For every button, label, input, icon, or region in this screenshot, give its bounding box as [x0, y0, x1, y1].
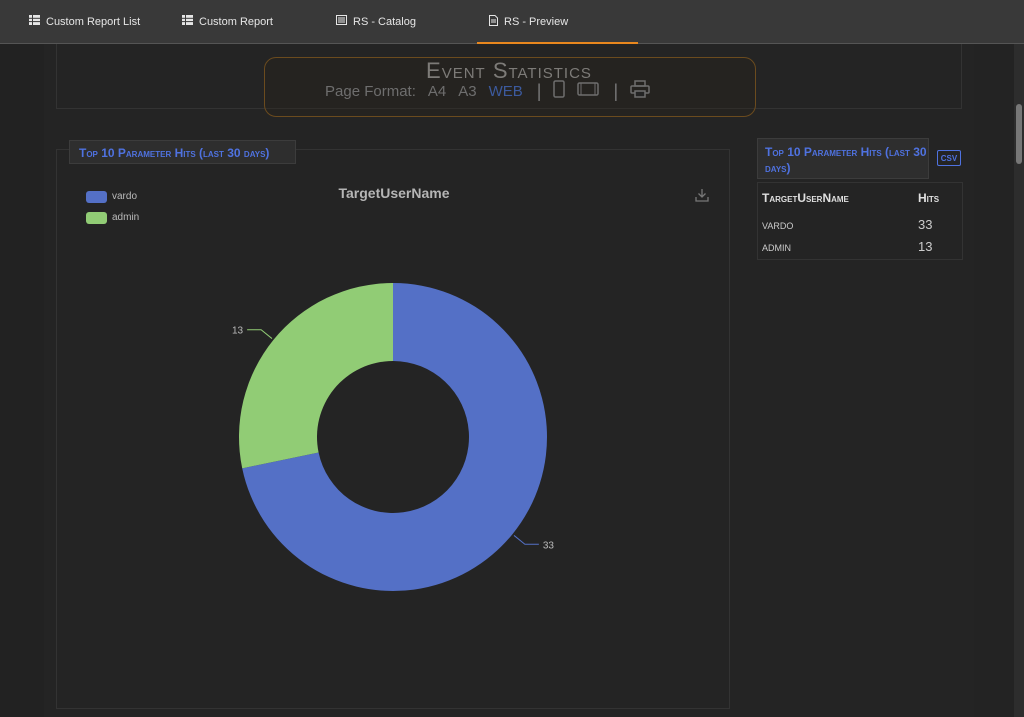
tab-label: Custom Report — [199, 15, 273, 28]
tab-custom-report-list[interactable]: Custom Report List — [29, 0, 140, 43]
tab-rs-preview[interactable]: RS - Preview — [476, 0, 639, 44]
right-gutter — [974, 44, 1014, 717]
data-label: 33 — [543, 540, 555, 551]
report-preview-area: Event Statistics Page Format: A4 A3 WEB … — [44, 44, 974, 717]
table-panel-title: Top 10 Parameter Hits (last 30 days) — [757, 138, 929, 179]
page-scrollbar[interactable] — [1014, 44, 1024, 717]
hits-table: TargetUserName Hits VARDO 33 ADMIN 13 — [757, 182, 963, 260]
scrollbar-thumb[interactable] — [1016, 104, 1022, 164]
table-cell-name: ADMIN — [762, 243, 791, 253]
column-header-hits[interactable]: Hits — [918, 191, 939, 205]
csv-export-button[interactable]: CSV — [937, 150, 961, 166]
table-cell-name: VARDO — [762, 221, 794, 231]
tab-bar: Custom Report List Custom Report RS - Ca… — [0, 0, 1024, 44]
label-leader-line — [247, 329, 273, 339]
table-icon — [29, 15, 40, 28]
table-cell-hits: 33 — [918, 217, 933, 232]
catalog-icon — [336, 15, 347, 28]
data-label: 13 — [232, 326, 244, 337]
document-icon — [489, 14, 498, 29]
label-leader-line — [513, 535, 539, 545]
left-gutter — [0, 44, 44, 717]
table-icon — [182, 15, 193, 28]
tab-label: RS - Catalog — [353, 15, 416, 28]
table-cell-hits: 13 — [918, 239, 933, 254]
tab-label: Custom Report List — [46, 15, 141, 28]
tab-custom-report[interactable]: Custom Report — [182, 0, 273, 43]
tab-label: RS - Preview — [504, 15, 569, 28]
column-header-targetusername[interactable]: TargetUserName — [762, 191, 849, 205]
tab-rs-catalog[interactable]: RS - Catalog — [336, 0, 416, 43]
donut-slice-admin[interactable] — [239, 283, 393, 469]
